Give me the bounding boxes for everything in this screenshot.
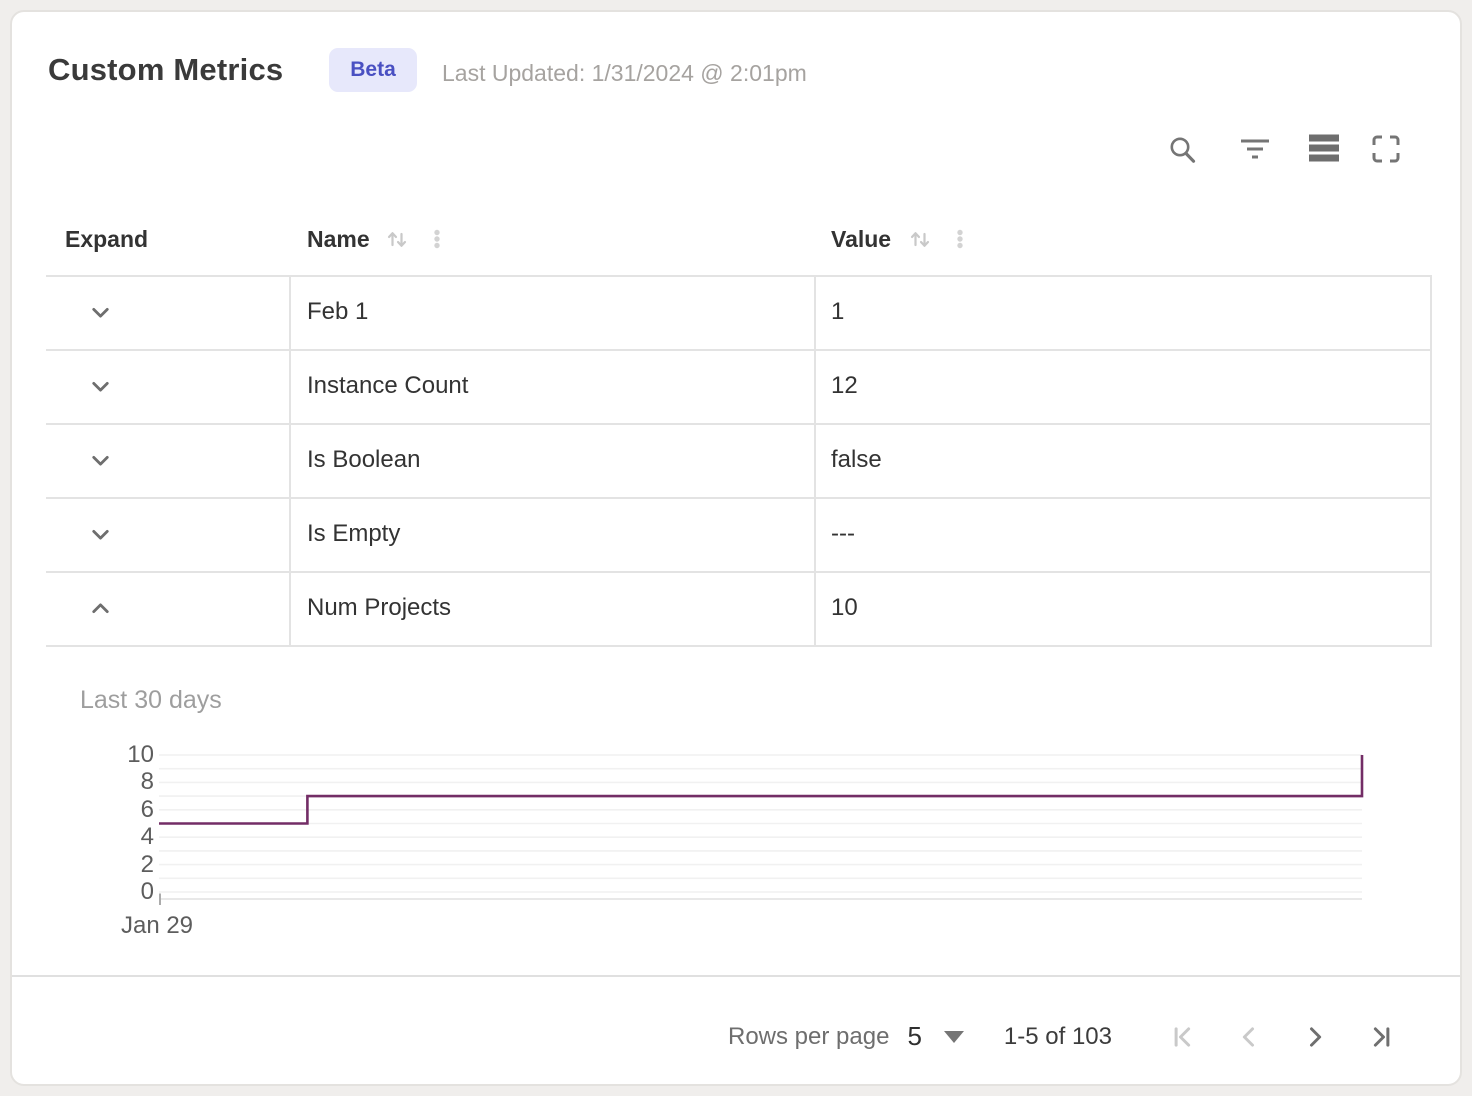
collapse-row-button[interactable] (78, 586, 122, 630)
previous-page-button[interactable] (1227, 1015, 1271, 1059)
column-header-value[interactable]: Value (831, 216, 891, 262)
next-page-button[interactable] (1293, 1015, 1337, 1059)
last-page-button[interactable] (1359, 1015, 1403, 1059)
expand-row-button[interactable] (78, 438, 122, 482)
metric-value-cell: 1 (831, 275, 1421, 349)
rows-per-page-value: 5 (907, 1021, 921, 1052)
filter-icon (1238, 133, 1272, 165)
chevron-down-icon (87, 447, 114, 474)
metric-name-cell: Is Boolean (307, 423, 807, 497)
expand-row-button[interactable] (78, 290, 122, 334)
y-axis-tick-label: 6 (70, 796, 154, 824)
num-projects-step-chart (159, 755, 1369, 917)
pagination-footer: Rows per page 5 1-5 of 103 (12, 975, 1462, 1086)
column-header-expand: Expand (65, 216, 148, 262)
sort-icon[interactable] (907, 226, 933, 252)
fullscreen-icon (1369, 132, 1403, 166)
beta-badge: Beta (329, 48, 417, 92)
chevron-left-icon (1234, 1022, 1264, 1052)
rows-per-page-label: Rows per page (728, 1023, 889, 1051)
last-page-icon (1366, 1022, 1396, 1052)
column-header-name[interactable]: Name (307, 216, 370, 262)
dropdown-arrow-icon (944, 1031, 964, 1043)
page-title: Custom Metrics (48, 52, 283, 88)
custom-metrics-card: Custom Metrics Beta Last Updated: 1/31/2… (10, 10, 1462, 1086)
metric-name-cell: Is Empty (307, 497, 807, 571)
column-menu-icon[interactable] (424, 226, 450, 252)
metric-name-cell: Instance Count (307, 349, 807, 423)
chart-x-axis-label: Jan 29 (97, 912, 217, 940)
rows-per-page-select[interactable]: 5 (907, 1021, 963, 1052)
metric-value-cell: false (831, 423, 1421, 497)
metric-value-cell: 12 (831, 349, 1421, 423)
expand-row-button[interactable] (78, 364, 122, 408)
y-axis-tick-label: 2 (70, 851, 154, 879)
search-icon (1166, 133, 1199, 166)
y-axis-tick-label: 4 (70, 823, 154, 851)
metric-name-cell: Feb 1 (307, 275, 807, 349)
filter-button[interactable] (1233, 127, 1277, 171)
column-menu-icon[interactable] (947, 226, 973, 252)
y-axis-tick-label: 10 (70, 741, 154, 769)
last-updated-text: Last Updated: 1/31/2024 @ 2:01pm (442, 60, 807, 87)
density-icon (1308, 133, 1340, 163)
metric-value-cell: 10 (831, 571, 1421, 645)
density-button[interactable] (1302, 126, 1346, 170)
metric-name-cell: Num Projects (307, 571, 807, 645)
first-page-button[interactable] (1161, 1015, 1205, 1059)
expand-row-button[interactable] (78, 512, 122, 556)
sort-icon[interactable] (384, 226, 410, 252)
y-axis-tick-label: 8 (70, 768, 154, 796)
chart-title: Last 30 days (80, 686, 222, 715)
pagination-range: 1-5 of 103 (1004, 1023, 1112, 1051)
chevron-down-icon (87, 373, 114, 400)
chevron-right-icon (1300, 1022, 1330, 1052)
fullscreen-button[interactable] (1364, 127, 1408, 171)
chevron-down-icon (87, 299, 114, 326)
metric-value-cell: --- (831, 497, 1421, 571)
first-page-icon (1168, 1022, 1198, 1052)
y-axis-tick-label: 0 (70, 878, 154, 906)
chevron-up-icon (87, 595, 114, 622)
search-button[interactable] (1160, 127, 1204, 171)
chevron-down-icon (87, 521, 114, 548)
